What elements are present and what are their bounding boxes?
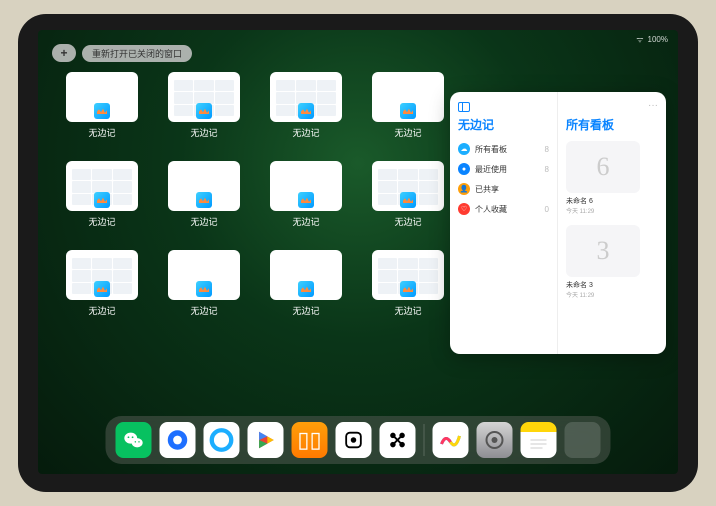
dock-app-settings[interactable] [477, 422, 513, 458]
sidebar-row[interactable]: ☁ 所有看板 8 [458, 139, 549, 159]
thumbnail-label: 无边记 [88, 215, 115, 228]
freeform-app-icon [196, 103, 212, 119]
row-label: 已共享 [475, 184, 544, 195]
thumbnail-label: 无边记 [292, 126, 319, 139]
row-icon: ● [458, 163, 470, 175]
window-thumbnail[interactable]: 无边记 [66, 72, 138, 139]
dock-app-bw[interactable] [336, 422, 372, 458]
dock-app-freeform[interactable] [433, 422, 469, 458]
row-icon: ☁ [458, 143, 470, 155]
sidebar-row[interactable]: 👤 已共享 [458, 179, 549, 199]
popover-content: ··· 所有看板 6未命名 6今天 11:293未命名 3今天 11:29 [558, 92, 666, 354]
sidebar-row[interactable]: ● 最近使用 8 [458, 159, 549, 179]
popover-title: 无边记 [458, 116, 549, 133]
sidebar-row[interactable]: ♡ 个人收藏 0 [458, 199, 549, 219]
dock-app-dots[interactable] [380, 422, 416, 458]
freeform-popover: 无边记 ☁ 所有看板 8 ● 最近使用 8 👤 已共享 ♡ 个人收藏 0 ··· 所有看板 6 未命名… [450, 92, 666, 354]
row-label: 个人收藏 [475, 204, 540, 215]
top-controls: + 重新打开已关闭的窗口 [52, 44, 192, 62]
dock-app-wechat[interactable] [116, 422, 152, 458]
window-thumbnail[interactable]: 无边记 [372, 72, 444, 139]
window-thumbnail[interactable]: 无边记 [270, 250, 342, 317]
dock-separator [424, 424, 425, 456]
thumbnail-label: 无边记 [394, 304, 421, 317]
dock-app-browser[interactable] [204, 422, 240, 458]
screen: ᯤ 100% + 重新打开已关闭的窗口 无边记无边记无边记无边记无边记无边记无边… [38, 30, 678, 474]
board-date: 今天 11:29 [566, 290, 640, 299]
freeform-app-icon [298, 281, 314, 297]
window-thumbnail[interactable]: 无边记 [372, 161, 444, 228]
dock-app-qq[interactable] [160, 422, 196, 458]
dock-app-apps[interactable] [565, 422, 601, 458]
thumbnail-label: 无边记 [292, 215, 319, 228]
freeform-app-icon [196, 192, 212, 208]
thumbnail-label: 无边记 [88, 304, 115, 317]
freeform-app-icon [298, 103, 314, 119]
thumbnail-label: 无边记 [394, 126, 421, 139]
board-card[interactable]: 3 未命名 3今天 11:29 [566, 225, 640, 299]
window-thumbnail[interactable]: 无边记 [168, 72, 240, 139]
board-card[interactable]: 6 未命名 6今天 11:29 [566, 141, 640, 215]
row-count: 8 [545, 165, 549, 174]
freeform-app-icon [400, 103, 416, 119]
thumbnail-label: 无边记 [292, 304, 319, 317]
window-thumbnail[interactable]: 无边记 [168, 250, 240, 317]
window-thumbnail[interactable]: 无边记 [66, 161, 138, 228]
row-icon: 👤 [458, 183, 470, 195]
dock-app-play[interactable] [248, 422, 284, 458]
wifi-icon: ᯤ [636, 34, 643, 45]
row-count: 0 [545, 205, 549, 214]
freeform-app-icon [94, 281, 110, 297]
status-bar: ᯤ 100% [636, 34, 668, 45]
board-thumbnail: 6 [566, 141, 640, 193]
popover-sidebar: 无边记 ☁ 所有看板 8 ● 最近使用 8 👤 已共享 ♡ 个人收藏 0 [450, 92, 558, 354]
board-name: 未命名 6 [566, 196, 640, 206]
row-label: 所有看板 [475, 144, 540, 155]
more-icon[interactable]: ··· [648, 100, 658, 111]
reopen-closed-window-button[interactable]: 重新打开已关闭的窗口 [82, 45, 192, 62]
freeform-app-icon [94, 192, 110, 208]
freeform-app-icon [298, 192, 314, 208]
row-label: 最近使用 [475, 164, 540, 175]
window-thumbnail[interactable]: 无边记 [270, 161, 342, 228]
board-name: 未命名 3 [566, 280, 640, 290]
popover-right-title: 所有看板 [566, 116, 658, 133]
thumbnail-label: 无边记 [190, 304, 217, 317]
freeform-app-icon [196, 281, 212, 297]
freeform-app-icon [400, 281, 416, 297]
board-date: 今天 11:29 [566, 206, 640, 215]
window-thumbnail[interactable]: 无边记 [168, 161, 240, 228]
window-thumbnail[interactable]: 无边记 [270, 72, 342, 139]
thumbnail-label: 无边记 [190, 126, 217, 139]
board-thumbnail: 3 [566, 225, 640, 277]
thumbnail-label: 无边记 [88, 126, 115, 139]
battery-indicator: 100% [648, 35, 668, 44]
window-grid: 无边记无边记无边记无边记无边记无边记无边记无边记无边记无边记无边记无边记 [66, 72, 446, 317]
sidebar-toggle-icon[interactable] [458, 102, 470, 112]
dock-app-books[interactable]: ▯▯ [292, 422, 328, 458]
freeform-app-icon [94, 103, 110, 119]
ipad-frame: ᯤ 100% + 重新打开已关闭的窗口 无边记无边记无边记无边记无边记无边记无边… [18, 14, 698, 492]
dock: ▯▯ [106, 416, 611, 464]
thumbnail-label: 无边记 [190, 215, 217, 228]
row-icon: ♡ [458, 203, 470, 215]
dock-app-notes[interactable] [521, 422, 557, 458]
window-thumbnail[interactable]: 无边记 [372, 250, 444, 317]
freeform-app-icon [400, 192, 416, 208]
thumbnail-label: 无边记 [394, 215, 421, 228]
row-count: 8 [545, 145, 549, 154]
window-thumbnail[interactable]: 无边记 [66, 250, 138, 317]
add-window-button[interactable]: + [52, 44, 76, 62]
